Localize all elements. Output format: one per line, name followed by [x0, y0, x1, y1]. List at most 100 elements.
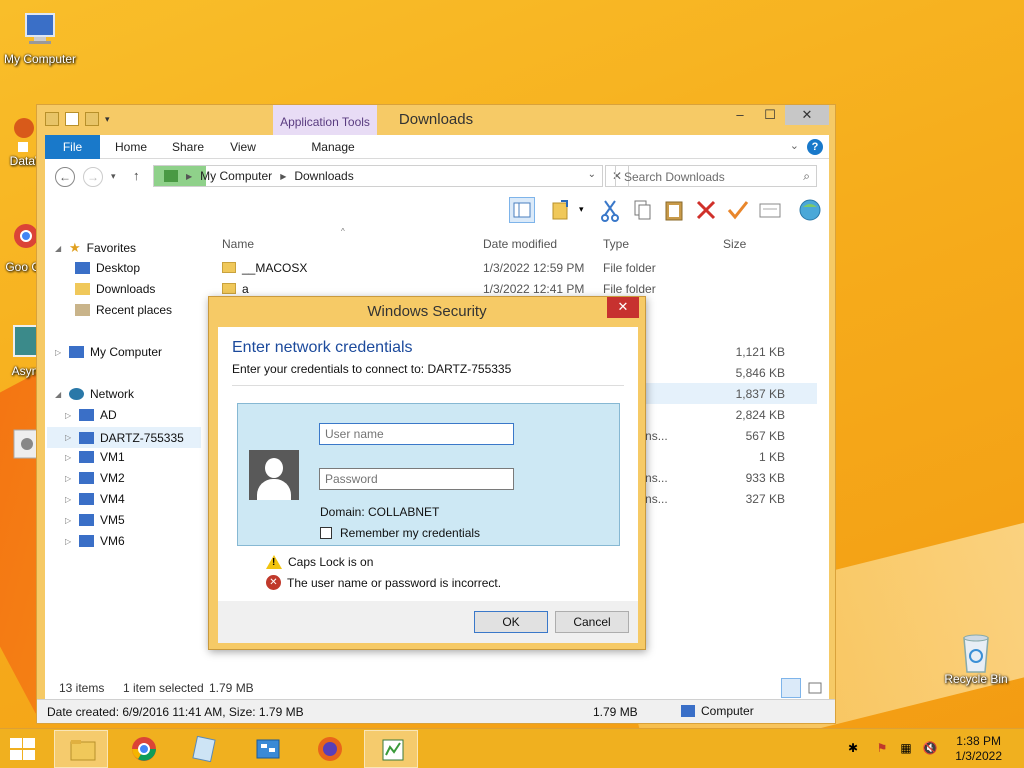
desktop-icon-my-computer[interactable]: My Computer: [0, 10, 80, 66]
tab-manage[interactable]: Manage: [301, 135, 365, 159]
expand-triangle-icon[interactable]: ▷: [55, 348, 63, 357]
nav-label: VM6: [100, 534, 125, 548]
taskbar-chrome[interactable]: [116, 730, 170, 768]
nav-label: Network: [90, 387, 135, 401]
desktop-icon-label: Recycle Bin: [944, 672, 1008, 686]
address-bar[interactable]: ▶ My Computer ▶ Downloads ⌄: [153, 165, 603, 187]
rename-icon[interactable]: [725, 197, 751, 223]
paste-icon[interactable]: [661, 197, 687, 223]
taskbar-control-panel[interactable]: [240, 730, 294, 768]
file-date: 1/3/2022 12:41 PM: [483, 282, 585, 296]
app-icon: [0, 322, 41, 362]
column-header-name[interactable]: Name: [222, 237, 254, 251]
delete-icon[interactable]: [693, 197, 719, 223]
network-tray-icon[interactable]: ▦: [898, 741, 914, 757]
table-row[interactable]: __MACOSX 1/3/2022 12:59 PM File folder: [217, 257, 817, 278]
maximize-button[interactable]: ☐: [755, 105, 785, 125]
close-button[interactable]: ✕: [785, 105, 829, 125]
editor-icon: [380, 737, 406, 763]
settings-tray-icon[interactable]: ✱: [845, 741, 861, 757]
nav-desktop[interactable]: Desktop: [75, 261, 140, 275]
collapse-triangle-icon[interactable]: ◢: [55, 244, 63, 253]
title-bar[interactable]: ▾ Application Tools Downloads – ☐ ✕: [37, 105, 835, 135]
ribbon-expand-icon[interactable]: ⌄: [790, 139, 799, 152]
column-header-type[interactable]: Type: [603, 237, 629, 251]
remember-credentials-checkbox[interactable]: Remember my credentials: [320, 526, 480, 540]
nav-recent-places[interactable]: Recent places: [75, 303, 172, 317]
cut-icon[interactable]: [597, 197, 623, 223]
tab-view[interactable]: View: [221, 135, 265, 159]
tab-home[interactable]: Home: [105, 135, 157, 159]
nav-host-dartz[interactable]: ▷ DARTZ-755335: [47, 427, 201, 448]
file-name-text: a: [242, 282, 249, 296]
cancel-button[interactable]: Cancel: [555, 611, 629, 633]
forward-button[interactable]: →: [83, 167, 103, 187]
collapse-triangle-icon[interactable]: ◢: [55, 390, 63, 399]
password-field[interactable]: [319, 468, 514, 490]
start-button[interactable]: [8, 737, 38, 761]
volume-muted-icon[interactable]: 🔇: [922, 741, 938, 757]
search-icon[interactable]: ⌕: [803, 169, 810, 184]
folder-icon: [164, 170, 178, 182]
dropdown-icon[interactable]: ▾: [579, 204, 584, 215]
desktop-icon-label: My Computer: [3, 52, 77, 66]
file-size: 567 KB: [745, 429, 785, 443]
recent-locations-icon[interactable]: ▾: [111, 171, 116, 182]
ok-button[interactable]: OK: [474, 611, 548, 633]
search-placeholder: Search Downloads: [624, 170, 725, 184]
tab-file[interactable]: File: [45, 135, 100, 159]
computer-icon: [79, 514, 94, 526]
large-icons-view-icon[interactable]: [805, 678, 825, 698]
nav-label: My Computer: [90, 345, 163, 359]
error-icon: ✕: [266, 575, 281, 590]
dialog-close-button[interactable]: ✕: [607, 297, 639, 318]
copy-icon[interactable]: [629, 197, 655, 223]
address-dropdown-icon[interactable]: ⌄: [588, 169, 596, 180]
user-avatar-icon: [249, 450, 299, 500]
selection-size: 1.79 MB: [209, 681, 254, 695]
preview-pane-icon[interactable]: [509, 197, 535, 223]
date-created: Date created: 6/9/2016 11:41 AM, Size: 1…: [47, 705, 304, 719]
action-center-flag-icon[interactable]: ⚑: [874, 741, 890, 757]
nav-host-vm5[interactable]: ▷ VM5: [65, 513, 125, 527]
email-icon[interactable]: [757, 197, 783, 223]
recent-places-icon: [75, 304, 90, 316]
taskbar-editor[interactable]: [364, 730, 418, 768]
minimize-button[interactable]: –: [725, 105, 755, 125]
nav-network[interactable]: ◢ Network: [55, 387, 134, 401]
location-label: Computer: [701, 704, 754, 718]
breadcrumb-my-computer[interactable]: My Computer: [200, 169, 272, 183]
properties-icon[interactable]: [549, 197, 575, 223]
taskbar: ✱ ⚑ ▦ 🔇 1:38 PM 1/3/2022: [0, 728, 1024, 768]
tab-share[interactable]: Share: [163, 135, 213, 159]
nav-favorites[interactable]: ◢ ★ Favorites: [55, 240, 136, 256]
breadcrumb-downloads[interactable]: Downloads: [294, 169, 353, 183]
nav-my-computer[interactable]: ▷ My Computer: [55, 345, 162, 359]
nav-downloads[interactable]: Downloads: [75, 282, 155, 296]
details-view-icon[interactable]: [781, 678, 801, 698]
system-clock[interactable]: 1:38 PM 1/3/2022: [955, 734, 1002, 764]
column-header-date[interactable]: Date modified: [483, 237, 557, 251]
column-header-size[interactable]: Size: [723, 237, 746, 251]
network-globe-icon[interactable]: [797, 197, 823, 223]
taskbar-notepad[interactable]: [176, 730, 230, 768]
nav-label: DARTZ-755335: [100, 430, 184, 445]
selection-count: 1 item selected: [123, 681, 204, 695]
taskbar-file-explorer[interactable]: [54, 730, 108, 768]
up-button[interactable]: ↑: [133, 168, 140, 183]
desktop-icon-recycle-bin[interactable]: Recycle Bin: [936, 630, 1016, 686]
search-input[interactable]: Search Downloads ⌕: [615, 165, 817, 187]
error-message: ✕ The user name or password is incorrect…: [266, 575, 501, 590]
nav-host-vm4[interactable]: ▷ VM4: [65, 492, 125, 506]
checkbox-icon[interactable]: [320, 527, 332, 539]
back-button[interactable]: ←: [55, 167, 75, 187]
file-size: 327 KB: [745, 492, 785, 506]
help-icon[interactable]: ?: [807, 139, 823, 155]
taskbar-firefox[interactable]: [302, 730, 356, 768]
nav-host-vm6[interactable]: ▷ VM6: [65, 534, 125, 548]
nav-host-ad[interactable]: ▷ AD: [65, 408, 117, 422]
username-field[interactable]: [319, 423, 514, 445]
nav-host-vm1[interactable]: ▷ VM1: [65, 450, 125, 464]
window-title: Downloads: [398, 111, 474, 128]
nav-host-vm2[interactable]: ▷ VM2: [65, 471, 125, 485]
